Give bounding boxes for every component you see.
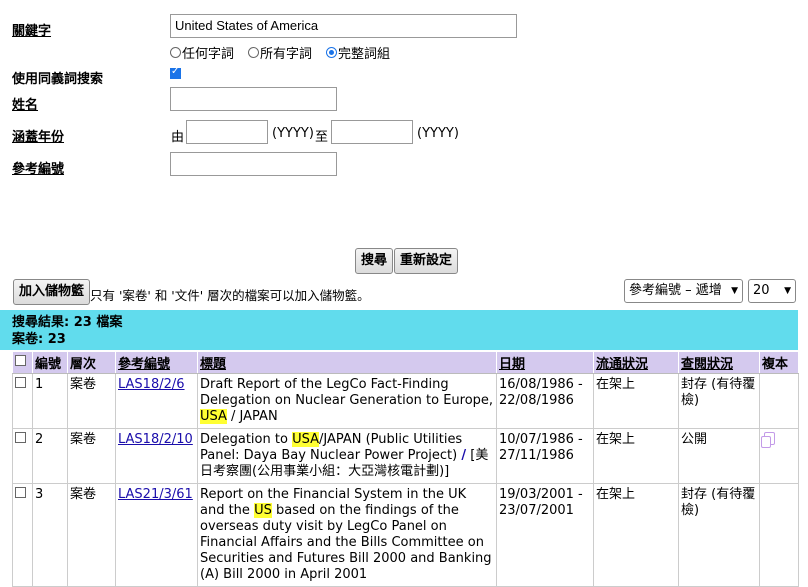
select-all-header: [12, 351, 33, 374]
row-date: 16/08/1986 - 22/08/1986: [496, 373, 594, 429]
match-any-radio[interactable]: 任何字詞: [170, 43, 234, 62]
row-ref-link[interactable]: LAS21/3/61: [118, 487, 193, 502]
row-copy: [759, 483, 799, 587]
radio-icon: [248, 47, 260, 58]
match-any-label: 任何字詞: [182, 47, 235, 62]
year-from-label: 由: [171, 130, 185, 145]
title-text: Delegation to: [200, 432, 293, 447]
row-access: 封存 (有待覆檢): [678, 373, 760, 429]
keyword-label: 關鍵字: [12, 24, 52, 39]
col-header-no[interactable]: 編號: [32, 351, 68, 374]
col-header-level[interactable]: 層次: [67, 351, 116, 374]
year-label: 涵蓋年份: [12, 130, 65, 145]
chevron-down-icon: ▼: [731, 286, 738, 296]
search-button[interactable]: 搜尋: [355, 248, 394, 274]
col-header-date[interactable]: 日期: [496, 351, 594, 374]
year-from-input[interactable]: [186, 120, 268, 144]
row-access: 公開: [678, 428, 760, 484]
row-copy: [759, 428, 799, 484]
match-options: 任何字詞 所有字詞 完整詞組: [170, 43, 390, 62]
row-access: 封存 (有待覆檢): [678, 483, 760, 587]
row-no: 1: [32, 373, 68, 429]
page-size-value: 20: [753, 283, 770, 298]
radio-selected-icon: [326, 47, 338, 58]
col-header-circulation[interactable]: 流通狀況: [593, 351, 679, 374]
row-ref-link[interactable]: LAS18/2/10: [118, 432, 193, 447]
col-header-ref[interactable]: 參考編號: [115, 351, 198, 374]
name-label: 姓名: [12, 98, 39, 113]
table-row: 2 案卷 LAS18/2/10 Delegation to USA/JAPAN …: [12, 428, 799, 484]
row-level: 案卷: [67, 428, 116, 484]
sort-select[interactable]: 參考編號 – 遞增 ▼: [624, 279, 743, 303]
title-highlight: USA: [292, 432, 319, 447]
result-count: 搜尋結果: 23 檔案: [12, 315, 123, 330]
col-header-copy: 複本: [759, 351, 799, 374]
row-copy: [759, 373, 799, 429]
row-title: Report on the Financial System in the UK…: [197, 483, 497, 587]
reset-button[interactable]: 重新設定: [394, 248, 459, 274]
select-all-checkbox[interactable]: [15, 355, 26, 366]
year-to-format: (YYYY): [417, 126, 459, 141]
copy-icon[interactable]: [761, 432, 775, 448]
keyword-input[interactable]: United States of America: [170, 14, 517, 38]
row-circulation: 在架上: [593, 483, 679, 587]
match-phrase-radio[interactable]: 完整詞組: [326, 43, 390, 62]
table-header-row: 編號 層次 參考編號 標題 日期 流通狀況 查閱狀況 複本: [12, 351, 799, 374]
row-circulation: 在架上: [593, 428, 679, 484]
row-ref-link[interactable]: LAS18/2/6: [118, 377, 185, 392]
results-table: 編號 層次 參考編號 標題 日期 流通狀況 查閱狀況 複本 1 案卷 LAS18…: [12, 351, 799, 587]
row-level: 案卷: [67, 483, 116, 587]
match-all-radio[interactable]: 所有字詞: [248, 43, 312, 62]
match-phrase-label: 完整詞組: [338, 47, 391, 62]
chevron-down-icon: ▼: [784, 286, 791, 296]
row-title: Draft Report of the LegCo Fact-Finding D…: [197, 373, 497, 429]
row-checkbox[interactable]: [15, 487, 26, 498]
row-checkbox[interactable]: [15, 432, 26, 443]
year-to-input[interactable]: [331, 120, 413, 144]
basket-note: 只有 '案卷' 和 '文件' 層次的檔案可以加入儲物籃。: [90, 288, 370, 303]
row-title: Delegation to USA/JAPAN (Public Utilitie…: [197, 428, 497, 484]
year-from-format: (YYYY): [272, 126, 314, 141]
row-circulation: 在架上: [593, 373, 679, 429]
ref-label: 參考編號: [12, 162, 65, 177]
row-no: 2: [32, 428, 68, 484]
title-highlight: USA: [200, 409, 227, 424]
title-text: / JAPAN: [226, 409, 278, 424]
col-header-access[interactable]: 查閱狀況: [678, 351, 760, 374]
title-text: Draft Report of the LegCo Fact-Finding D…: [200, 377, 494, 408]
row-no: 3: [32, 483, 68, 587]
name-input[interactable]: [170, 87, 337, 111]
table-row: 1 案卷 LAS18/2/6 Draft Report of the LegCo…: [12, 373, 799, 429]
match-all-label: 所有字詞: [260, 47, 313, 62]
file-count: 案卷: 23: [12, 332, 66, 347]
radio-icon: [170, 47, 181, 58]
col-header-title[interactable]: 標題: [197, 351, 497, 374]
synonym-label: 使用同義詞搜索: [12, 72, 104, 87]
result-summary: 搜尋結果: 23 檔案 案卷: 23: [0, 310, 798, 350]
title-highlight: US: [254, 503, 272, 518]
ref-input[interactable]: [170, 152, 337, 176]
row-date: 10/07/1986 - 27/11/1986: [496, 428, 594, 484]
synonym-checkbox[interactable]: [170, 66, 181, 79]
year-to-label: 至: [315, 130, 329, 145]
table-row: 3 案卷 LAS21/3/61 Report on the Financial …: [12, 483, 799, 587]
add-to-basket-button[interactable]: 加入儲物籃: [13, 279, 91, 305]
row-level: 案卷: [67, 373, 116, 429]
page-size-select[interactable]: 20 ▼: [748, 279, 796, 303]
row-checkbox[interactable]: [15, 377, 26, 388]
sort-select-value: 參考編號 – 遞增: [629, 283, 722, 298]
row-date: 19/03/2001 - 23/07/2001: [496, 483, 594, 587]
